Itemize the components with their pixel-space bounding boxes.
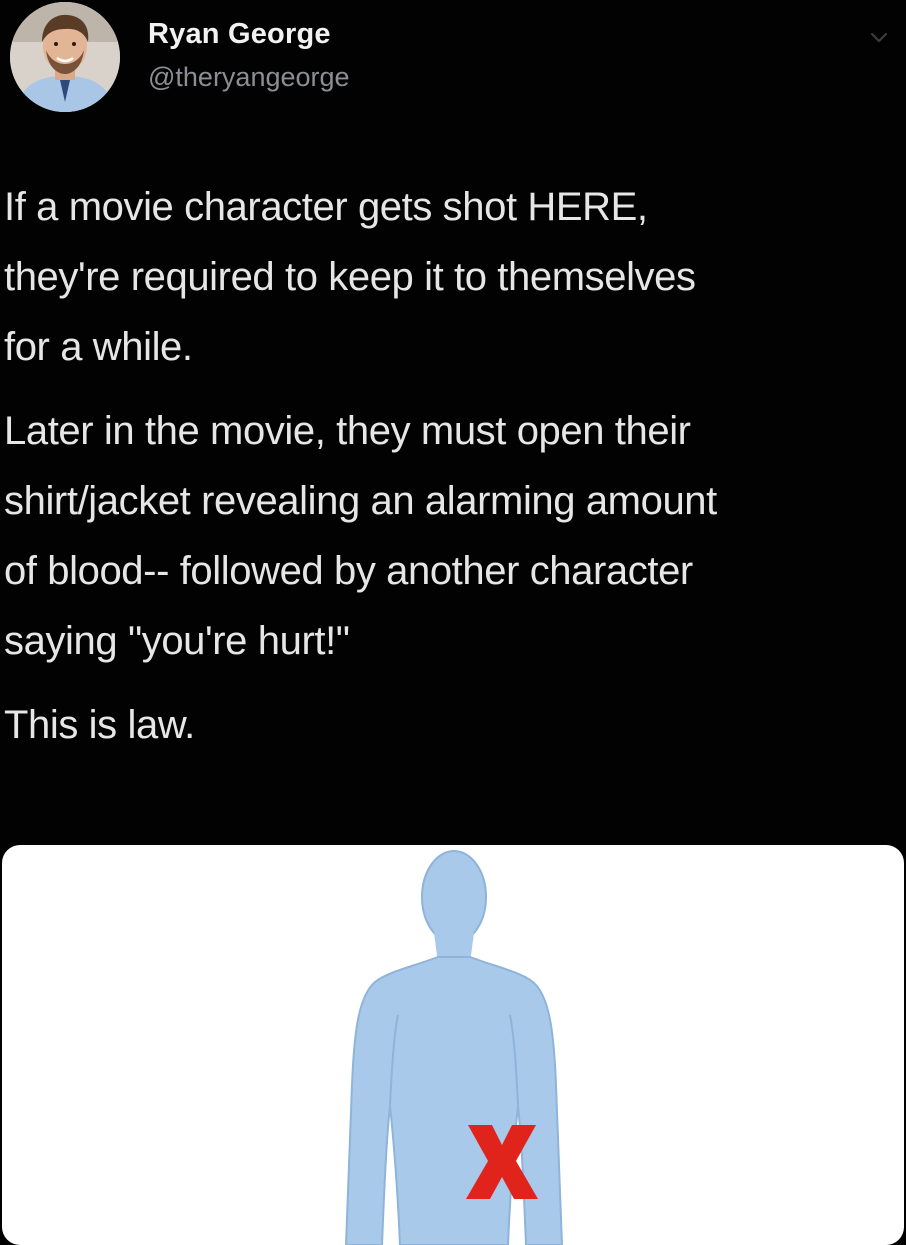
tweet-paragraph: This is law. bbox=[4, 703, 195, 747]
author-handle[interactable]: @theryangeorge bbox=[148, 62, 350, 93]
chevron-down-icon[interactable] bbox=[868, 26, 890, 48]
tweet-media-image[interactable] bbox=[2, 845, 904, 1245]
author-name[interactable]: Ryan George bbox=[148, 18, 331, 51]
tweet-paragraph: Later in the movie, they must open their… bbox=[4, 409, 717, 663]
tweet-text: If a movie character gets shot HERE, the… bbox=[4, 172, 884, 760]
tweet-header: Ryan George @theryangeorge bbox=[10, 0, 890, 120]
author-avatar[interactable] bbox=[10, 2, 120, 112]
x-marker-icon bbox=[466, 1125, 538, 1199]
tweet-card: Ryan George @theryangeorge If a movie ch… bbox=[0, 0, 906, 1245]
tweet-paragraph: If a movie character gets shot HERE, the… bbox=[4, 185, 696, 369]
profile-photo-icon bbox=[10, 2, 120, 112]
